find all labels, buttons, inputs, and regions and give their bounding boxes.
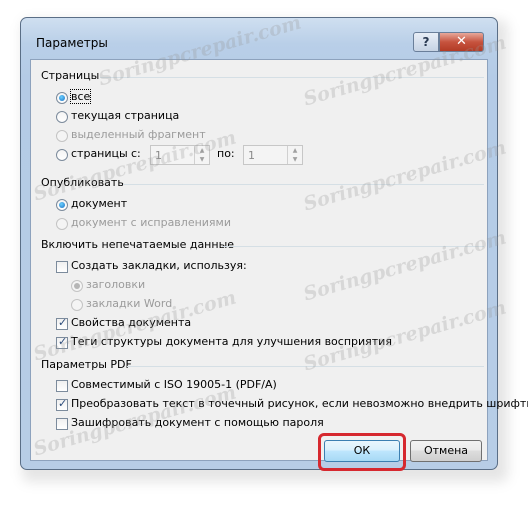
radio-page-range[interactable] [56,149,68,161]
checkbox-iso[interactable] [56,380,68,392]
spin-up-icon[interactable]: ▲ [195,146,209,155]
radio-all[interactable] [56,92,68,104]
checkbox-bookmarks[interactable] [56,261,68,273]
nonprint-heading: Включить непечатаемые данные [41,238,235,251]
spin-up-icon[interactable]: ▲ [288,146,302,155]
radio-selected-dot [74,283,80,289]
radio-headings[interactable] [71,280,83,292]
dialog-title: Параметры [36,36,108,50]
pages-heading: Страницы [41,69,100,82]
to-value: 1 [248,149,255,162]
cancel-button[interactable]: Отмена [410,440,482,462]
radio-word-bookmarks[interactable] [71,299,83,311]
checkbox-encrypt[interactable] [56,418,68,430]
spin-down-icon[interactable]: ▼ [288,155,302,164]
checkbox-properties-label: Свойства документа [71,316,192,329]
radio-selection-label: выделенный фрагмент [71,128,206,141]
checkbox-encrypt-label: Зашифровать документ с помощью пароля [71,416,324,429]
radio-selection[interactable] [56,130,68,142]
radio-document-markup-label: документ с исправлениями [71,216,231,229]
radio-document-label: документ [71,197,128,210]
checkmark-icon: ✓ [58,316,68,329]
to-spinner[interactable]: 1 ▲ ▼ [243,145,303,165]
checkbox-bitmap-label: Преобразовать текст в точечный рисунок, … [71,397,528,410]
checkmark-icon: ✓ [58,335,68,348]
checkbox-structure-tags[interactable]: ✓ [56,335,68,349]
to-label: по: [217,147,235,160]
pdf-divider [127,366,484,367]
from-label: с: [131,147,141,160]
checkbox-structure-tags-label: Теги структуры документа для улучшения в… [71,335,392,348]
checkbox-bookmarks-label: Создать закладки, используя: [71,259,247,272]
checkbox-bitmap[interactable]: ✓ [56,397,68,411]
publish-heading: Опубликовать [41,176,124,189]
radio-current-page[interactable] [56,111,68,123]
radio-current-page-label: текущая страница [71,109,180,122]
pdf-heading: Параметры PDF [41,358,132,371]
checkmark-icon: ✓ [58,397,68,410]
checkbox-iso-label: Совместимый с ISO 19005-1 (PDF/A) [71,378,277,391]
spin-down-icon[interactable]: ▼ [195,155,209,164]
pages-divider [100,77,484,78]
publish-divider [123,184,484,185]
radio-document-markup[interactable] [56,218,68,230]
from-spinner[interactable]: 1 ▲ ▼ [150,145,210,165]
help-button[interactable]: ? [413,32,439,52]
radio-word-bookmarks-label: закладки Word [86,297,173,310]
radio-selected-dot [59,95,65,101]
close-button[interactable]: ✕ [439,32,484,52]
ok-button-highlight [318,433,406,471]
nonprint-divider [222,246,484,247]
radio-headings-label: заголовки [86,278,146,291]
radio-document[interactable] [56,199,68,211]
checkbox-properties[interactable]: ✓ [56,316,68,330]
from-value: 1 [155,149,162,162]
radio-page-range-label: страницы [71,147,128,160]
radio-all-label: все [69,89,92,104]
radio-selected-dot [59,202,65,208]
